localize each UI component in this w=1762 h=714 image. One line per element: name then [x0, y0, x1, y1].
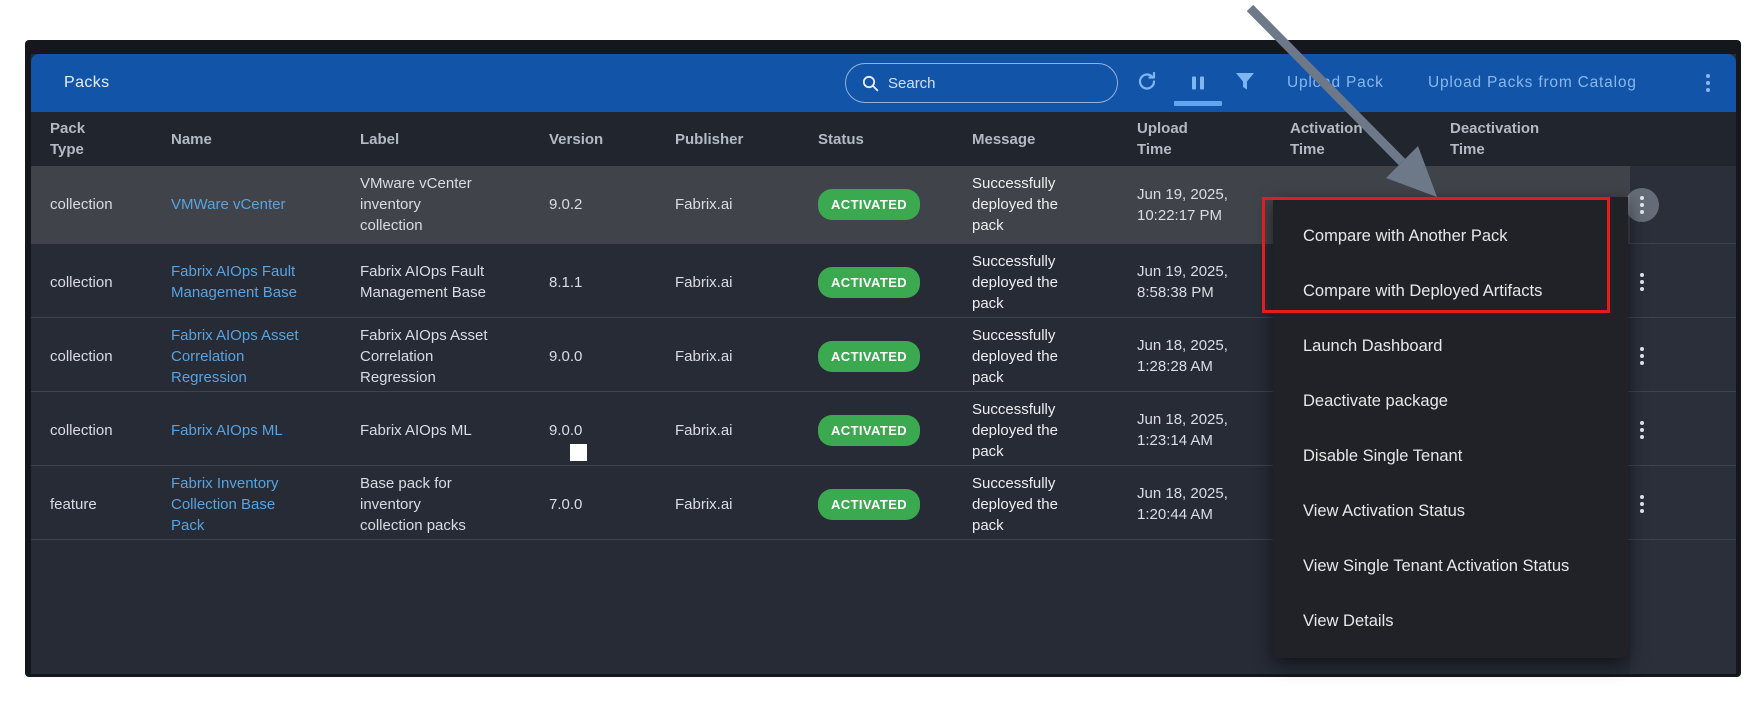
row-actions-cell: [1611, 318, 1736, 394]
status-cell: ACTIVATED: [799, 189, 953, 220]
message-cell: Successfully deployed the pack: [953, 173, 1118, 236]
row-context-menu: Compare with Another PackCompare with De…: [1273, 197, 1628, 658]
version-cell: 9.0.0: [530, 346, 656, 367]
publisher-cell: Fabrix.ai: [656, 194, 799, 215]
column-header: Pack Type: [31, 118, 152, 160]
pack-name-link[interactable]: Fabrix AIOps Fault Management Base: [171, 263, 297, 301]
pack-type-cell: collection: [31, 194, 152, 215]
row-kebab-icon[interactable]: [1625, 413, 1659, 447]
context-menu-item[interactable]: View Activation Status: [1273, 484, 1628, 539]
upload-time-cell: Jun 19, 2025, 10:22:17 PM: [1118, 184, 1271, 226]
context-menu-item[interactable]: Launch Dashboard: [1273, 319, 1628, 374]
column-header: Activation Time: [1271, 118, 1431, 160]
row-actions-cell: [1611, 466, 1736, 542]
row-kebab-icon[interactable]: [1625, 188, 1659, 222]
column-header: Upload Time: [1118, 118, 1271, 160]
refresh-icon[interactable]: [1135, 70, 1159, 97]
pack-name-link[interactable]: Fabrix AIOps Asset Correlation Regressio…: [171, 327, 299, 386]
context-menu-item[interactable]: Compare with Deployed Artifacts: [1273, 264, 1628, 319]
column-header: Message: [953, 129, 1118, 150]
column-header: Publisher: [656, 129, 799, 150]
row-actions-cell: [1611, 167, 1736, 243]
upload-time-cell: Jun 18, 2025, 1:20:44 AM: [1118, 483, 1271, 525]
active-tab-indicator: [1174, 101, 1222, 106]
context-menu-item[interactable]: Deactivate package: [1273, 374, 1628, 429]
pack-name-link[interactable]: VMWare vCenter: [171, 196, 285, 213]
status-badge: ACTIVATED: [818, 189, 920, 220]
status-badge: ACTIVATED: [818, 267, 920, 298]
row-actions-cell: [1611, 392, 1736, 468]
column-header: Label: [341, 129, 530, 150]
message-cell: Successfully deployed the pack: [953, 473, 1118, 536]
pack-label-cell: Base pack for inventory collection packs: [341, 473, 530, 536]
status-cell: ACTIVATED: [799, 267, 953, 298]
search-input[interactable]: [888, 75, 1078, 92]
pack-label-cell: Fabrix AIOps ML: [341, 420, 530, 441]
status-cell: ACTIVATED: [799, 489, 953, 520]
upload-time-cell: Jun 19, 2025, 8:58:38 PM: [1118, 261, 1271, 303]
context-menu-item[interactable]: View Details: [1273, 594, 1628, 649]
table-header-row: Pack TypeNameLabelVersionPublisherStatus…: [31, 112, 1736, 166]
pack-type-cell: collection: [31, 272, 152, 293]
upload-time-cell: Jun 18, 2025, 1:23:14 AM: [1118, 409, 1271, 451]
text-cursor-artifact: [570, 444, 587, 461]
status-badge: ACTIVATED: [818, 341, 920, 372]
pack-type-cell: collection: [31, 420, 152, 441]
upload-packs-from-catalog-button[interactable]: Upload Packs from Catalog: [1428, 74, 1637, 92]
pack-name-cell: Fabrix Inventory Collection Base Pack: [152, 473, 341, 536]
version-cell: 7.0.0: [530, 494, 656, 515]
pack-name-cell: VMWare vCenter: [152, 194, 341, 215]
row-kebab-icon[interactable]: [1625, 487, 1659, 521]
row-kebab-icon[interactable]: [1625, 265, 1659, 299]
context-menu-item[interactable]: View Single Tenant Activation Status: [1273, 539, 1628, 594]
publisher-cell: Fabrix.ai: [656, 494, 799, 515]
pack-label-cell: VMware vCenter inventory collection: [341, 173, 530, 236]
publisher-cell: Fabrix.ai: [656, 346, 799, 367]
version-cell: 8.1.1: [530, 272, 656, 293]
search-box[interactable]: [845, 63, 1118, 103]
status-badge: ACTIVATED: [818, 489, 920, 520]
pack-label-cell: Fabrix AIOps Asset Correlation Regressio…: [341, 325, 530, 388]
pack-name-link[interactable]: Fabrix AIOps ML: [171, 422, 283, 439]
pack-name-cell: Fabrix AIOps Fault Management Base: [152, 261, 341, 303]
message-cell: Successfully deployed the pack: [953, 251, 1118, 314]
pack-name-cell: Fabrix AIOps Asset Correlation Regressio…: [152, 325, 341, 388]
context-menu-item[interactable]: Disable Single Tenant: [1273, 429, 1628, 484]
pack-name-cell: Fabrix AIOps ML: [152, 420, 341, 441]
pack-name-link[interactable]: Fabrix Inventory Collection Base Pack: [171, 475, 279, 534]
page-title: Packs: [64, 74, 110, 92]
publisher-cell: Fabrix.ai: [656, 420, 799, 441]
message-cell: Successfully deployed the pack: [953, 325, 1118, 388]
upload-pack-button[interactable]: Upload Pack: [1287, 74, 1384, 92]
column-header: Name: [152, 129, 341, 150]
column-header: Deactivation Time: [1431, 118, 1611, 160]
pack-label-cell: Fabrix AIOps Fault Management Base: [341, 261, 530, 303]
header-overflow-icon[interactable]: [1706, 74, 1710, 92]
column-header: Status: [799, 129, 953, 150]
message-cell: Successfully deployed the pack: [953, 399, 1118, 462]
version-cell: 9.0.0: [530, 420, 656, 441]
row-actions-cell: [1611, 244, 1736, 320]
status-cell: ACTIVATED: [799, 415, 953, 446]
pause-icon[interactable]: [1192, 77, 1204, 90]
filter-icon[interactable]: [1235, 72, 1255, 94]
column-header: Version: [530, 129, 656, 150]
status-badge: ACTIVATED: [818, 415, 920, 446]
upload-time-cell: Jun 18, 2025, 1:28:28 AM: [1118, 335, 1271, 377]
pack-type-cell: feature: [31, 494, 152, 515]
version-cell: 9.0.2: [530, 194, 656, 215]
status-cell: ACTIVATED: [799, 341, 953, 372]
context-menu-item[interactable]: Compare with Another Pack: [1273, 209, 1628, 264]
row-kebab-icon[interactable]: [1625, 339, 1659, 373]
publisher-cell: Fabrix.ai: [656, 272, 799, 293]
pack-type-cell: collection: [31, 346, 152, 367]
search-icon: [862, 75, 879, 92]
app-header-bar: Packs Upload Pack Upload Packs from Cata…: [31, 54, 1736, 112]
